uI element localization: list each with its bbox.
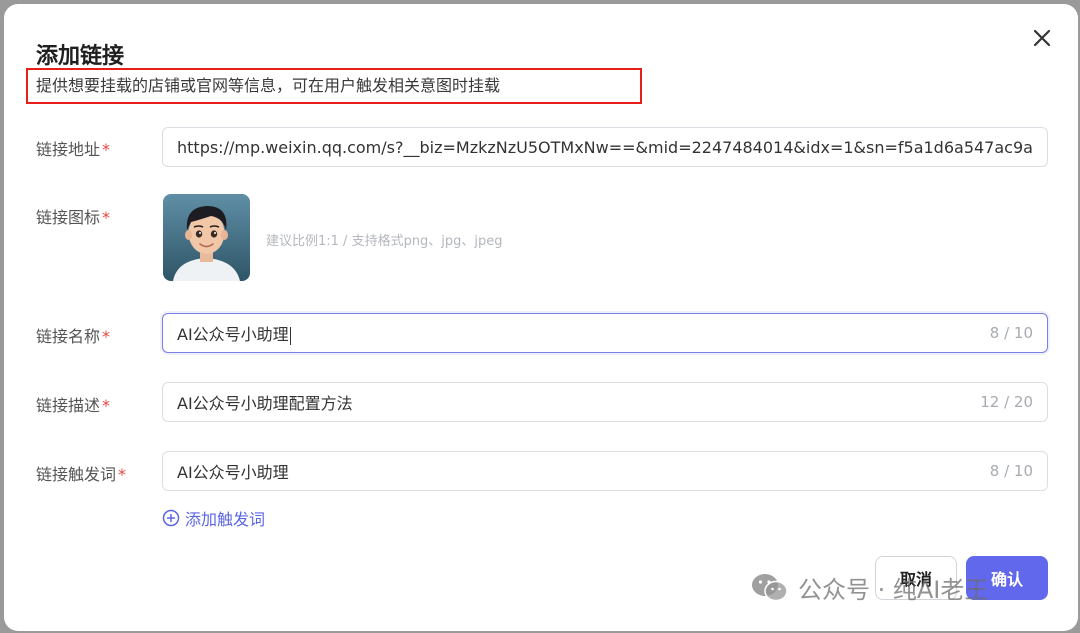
close-icon xyxy=(1033,29,1051,47)
url-value: https://mp.weixin.qq.com/s?__biz=MzkzNzU… xyxy=(177,137,1033,157)
trigger-char-count: 8 / 10 xyxy=(989,462,1033,480)
dialog-title: 添加链接 xyxy=(36,44,125,69)
add-trigger-button[interactable]: 添加触发词 xyxy=(162,506,265,530)
trigger-value: AI公众号小助理 xyxy=(177,463,289,482)
icon-label: 链接图标 * xyxy=(36,208,111,227)
plus-circle-icon xyxy=(162,509,180,527)
add-link-dialog: 添加链接 提供想要挂载的店铺或官网等信息，可在用户触发相关意图时挂载 链接地址 *… xyxy=(4,4,1078,631)
required-mark: * xyxy=(102,140,111,159)
dialog-subtitle: 提供想要挂载的店铺或官网等信息，可在用户触发相关意图时挂载 xyxy=(36,76,501,95)
desc-char-count: 12 / 20 xyxy=(980,393,1033,411)
trigger-label: 链接触发词 * xyxy=(36,465,127,484)
desc-input[interactable]: AI公众号小助理配置方法 12 / 20 xyxy=(162,382,1048,422)
icon-hint: 建议比例1:1 / 支持格式png、jpg、jpeg xyxy=(266,234,503,249)
trigger-input[interactable]: AI公众号小助理 8 / 10 xyxy=(162,451,1048,491)
required-mark: * xyxy=(102,327,111,346)
link-icon-upload[interactable] xyxy=(163,194,250,281)
text-caret xyxy=(289,326,291,345)
close-button[interactable] xyxy=(1030,26,1054,50)
required-mark: * xyxy=(102,396,111,415)
url-input[interactable]: https://mp.weixin.qq.com/s?__biz=MzkzNzU… xyxy=(162,127,1048,167)
watermark: 公众号 · 纯AI老王 xyxy=(750,570,988,605)
url-label: 链接地址 * xyxy=(36,140,111,159)
name-char-count: 8 / 10 xyxy=(989,324,1033,342)
name-label: 链接名称 * xyxy=(36,327,111,346)
desc-label: 链接描述 * xyxy=(36,396,111,415)
avatar-image xyxy=(163,194,250,281)
desc-value: AI公众号小助理配置方法 xyxy=(177,394,353,413)
name-value: AI公众号小助理 xyxy=(177,325,291,345)
wechat-icon xyxy=(752,573,788,601)
add-trigger-label: 添加触发词 xyxy=(185,510,266,529)
required-mark: * xyxy=(102,208,111,227)
watermark-text: 公众号 · 纯AI老王 xyxy=(798,576,989,604)
required-mark: * xyxy=(118,465,127,484)
name-input[interactable]: AI公众号小助理 8 / 10 xyxy=(162,313,1048,353)
